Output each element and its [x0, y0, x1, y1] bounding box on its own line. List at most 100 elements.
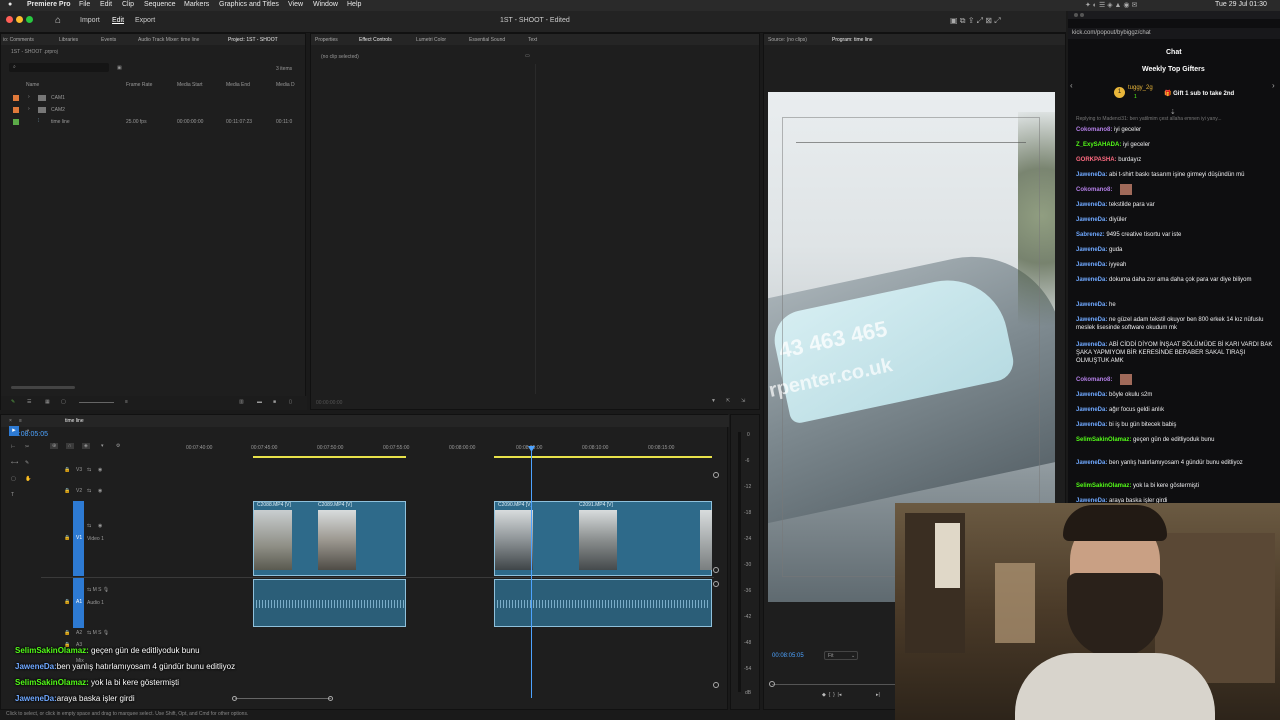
tab-events[interactable]: Events — [101, 37, 116, 43]
wrench-icon[interactable]: ⚙ — [116, 443, 120, 449]
menu-markers[interactable]: Markers — [184, 1, 209, 8]
sync-lock-icon[interactable]: ⇆ — [87, 467, 91, 473]
filter-icon[interactable]: ▼ — [711, 398, 716, 404]
chat-message[interactable]: Cokomano8: — [1076, 374, 1274, 385]
app-menu[interactable]: Premiere Pro — [27, 1, 71, 8]
chat-message[interactable]: JaweneDa: he — [1076, 301, 1274, 309]
audio-clip-1[interactable] — [253, 579, 406, 627]
chat-message[interactable]: JaweneDa: guda — [1076, 246, 1274, 254]
menu-view[interactable]: View — [288, 1, 303, 8]
icon-view-icon[interactable]: ▦ — [45, 399, 50, 405]
panel-menu-icon[interactable]: ▭ — [525, 53, 530, 59]
apple-icon[interactable]: ● — [8, 1, 12, 8]
scroll-handle[interactable] — [713, 567, 719, 573]
chat-message[interactable]: Z_ExySAHADA: iyi geceler — [1076, 141, 1274, 149]
minimize-window-icon[interactable] — [1080, 13, 1084, 17]
sync-lock-icon[interactable]: ⇆ — [87, 488, 91, 494]
zoom-slider[interactable] — [79, 402, 114, 403]
chevron-right-icon[interactable]: › — [28, 106, 30, 112]
chat-message[interactable]: JaweneDa: böyle okulu s2m — [1076, 391, 1274, 399]
zoom-fit-select[interactable]: Fit ⌄ — [824, 651, 858, 660]
menu-clip[interactable]: Clip — [122, 1, 134, 8]
program-scrubber[interactable] — [772, 684, 897, 685]
close-window-icon[interactable] — [1074, 13, 1078, 17]
timeline-horizontal-scrollbar[interactable] — [235, 698, 331, 699]
selection-tool-icon[interactable]: ▸ — [9, 426, 19, 436]
list-item[interactable]: › CAM2 — [1, 105, 307, 115]
menu-file[interactable]: File — [79, 1, 90, 8]
list-item[interactable]: ⫶ time line 25.00 fps 00:00:00:00 00:11:… — [1, 117, 307, 127]
menu-window[interactable]: Window — [313, 1, 338, 8]
menu-graphics-titles[interactable]: Graphics and Titles — [219, 1, 279, 8]
pin-icon[interactable]: ⇣ — [1170, 108, 1176, 116]
eye-icon[interactable]: ◉ — [98, 467, 102, 473]
chat-message[interactable]: Sabrenez: 9495 creative tisortu var iste — [1076, 231, 1274, 239]
track-v2-label[interactable]: V2 — [76, 488, 82, 494]
lock-icon[interactable]: 🔒 — [64, 599, 70, 605]
track-select-icon[interactable]: ⇥ — [25, 428, 29, 434]
list-item[interactable]: › CAM1 — [1, 93, 307, 103]
time-ruler[interactable]: 00:07:40:00 00:07:45:00 00:07:50:00 00:0… — [141, 444, 716, 456]
col-name[interactable]: Name — [26, 82, 39, 88]
marker-icon[interactable]: ▾ — [101, 443, 104, 449]
pencil-icon[interactable]: ✎ — [11, 399, 15, 405]
new-bin-icon[interactable]: ▣ — [117, 65, 122, 71]
linked-selection-icon[interactable]: ∩ — [66, 443, 74, 449]
export-frame-icon[interactable]: ⇱ — [726, 398, 730, 404]
zoom-handle-right[interactable] — [328, 696, 333, 701]
tab-lumetri-color[interactable]: Lumetri Color — [416, 37, 446, 43]
zoom-handle-left[interactable] — [232, 696, 237, 701]
chat-message[interactable]: JaweneDa: abi t-shirt baskı tasarım işin… — [1076, 171, 1274, 179]
chat-message[interactable]: Cokomano8: — [1076, 184, 1274, 195]
gift-sub-button[interactable]: 🎁 Gift 1 sub to take 2nd — [1164, 90, 1234, 97]
menu-sequence[interactable]: Sequence — [144, 1, 176, 8]
settings-icon[interactable]: ⇲ — [741, 398, 745, 404]
chat-message[interactable]: JaweneDa: ben yanlış hatırlamıyosam 4 gü… — [1076, 459, 1274, 467]
scroll-handle[interactable] — [713, 581, 719, 587]
rectangle-icon[interactable]: ▢ — [11, 476, 16, 482]
playhead-handle[interactable] — [769, 681, 775, 687]
lock-icon[interactable]: 🔒 — [64, 467, 70, 473]
video-clip-c2090[interactable]: C2090.MP4 [V] C2091.MP4 [V] — [494, 501, 712, 576]
chat-message[interactable]: SelimSakinOlamaz: yok la bi kere gösterm… — [1076, 482, 1274, 490]
track-a1-label[interactable]: A1 — [76, 599, 82, 605]
track-a2-label[interactable]: A2 — [76, 630, 82, 636]
edit-tab[interactable]: Edit — [112, 17, 124, 24]
col-media-end[interactable]: Media End — [226, 82, 250, 88]
tab-properties[interactable]: Properties — [315, 37, 338, 43]
home-icon[interactable]: ⌂ — [55, 15, 61, 26]
workspace-icons[interactable]: ▣ ⧉ ⇪ ⤢ ⊠ ⤢ — [950, 16, 1001, 26]
timeline-tab[interactable]: time line — [65, 418, 84, 424]
chevron-right-icon[interactable]: › — [1272, 81, 1275, 90]
chat-message[interactable]: JaweneDa: ABİ CİDDİ DİYOM İNŞAAT BÖLÜMÜD… — [1076, 341, 1274, 365]
type-tool-icon[interactable]: T — [11, 492, 14, 498]
close-window-icon[interactable] — [6, 16, 13, 23]
eye-icon[interactable]: ◉ — [98, 488, 102, 494]
mute-solo-icons[interactable]: ⇆ M S 🎙 — [87, 630, 109, 636]
minimize-window-icon[interactable] — [16, 16, 23, 23]
tab-essential-sound[interactable]: Essential Sound — [469, 37, 505, 43]
snap-icon[interactable]: ⊕ — [50, 443, 59, 449]
slip-icon[interactable]: ⟷ — [11, 460, 18, 466]
sort-icon[interactable]: ≡ — [125, 399, 128, 405]
chat-message[interactable]: JaweneDa: tekstilde para var — [1076, 201, 1274, 209]
automate-icon[interactable]: ▥ — [239, 399, 244, 405]
lock-icon[interactable]: 🔒 — [64, 630, 70, 636]
address-bar[interactable]: kick.com/popout/bybiggz/chat — [1068, 28, 1280, 39]
col-media-duration[interactable]: Media D — [276, 82, 295, 88]
chat-message[interactable]: JaweneDa: bi iş bu gün bitecek babiş — [1076, 421, 1274, 429]
lock-icon[interactable]: 🔒 — [64, 535, 70, 541]
col-media-start[interactable]: Media Start — [177, 82, 203, 88]
chat-message[interactable]: GORKPASHA: burdayız — [1076, 156, 1274, 164]
razor-icon[interactable]: ✂ — [25, 444, 29, 450]
chat-message[interactable]: JaweneDa: ağır focus geldi anlık — [1076, 406, 1274, 414]
menu-edit[interactable]: Edit — [100, 1, 112, 8]
import-tab[interactable]: Import — [80, 17, 100, 24]
menu-help[interactable]: Help — [347, 1, 361, 8]
horizontal-scrollbar[interactable] — [11, 386, 75, 389]
tab-comments[interactable]: io: Comments — [3, 37, 34, 43]
status-icons[interactable]: ✦ ◐ ☰ ◈ ▲ ◉ ✉ — [1085, 1, 1137, 9]
new-item-icon[interactable]: ■ — [273, 399, 276, 405]
tab-project[interactable]: Project: 1ST - SHOOT — [228, 37, 278, 43]
ripple-edit-icon[interactable]: ⊢ — [11, 444, 15, 450]
